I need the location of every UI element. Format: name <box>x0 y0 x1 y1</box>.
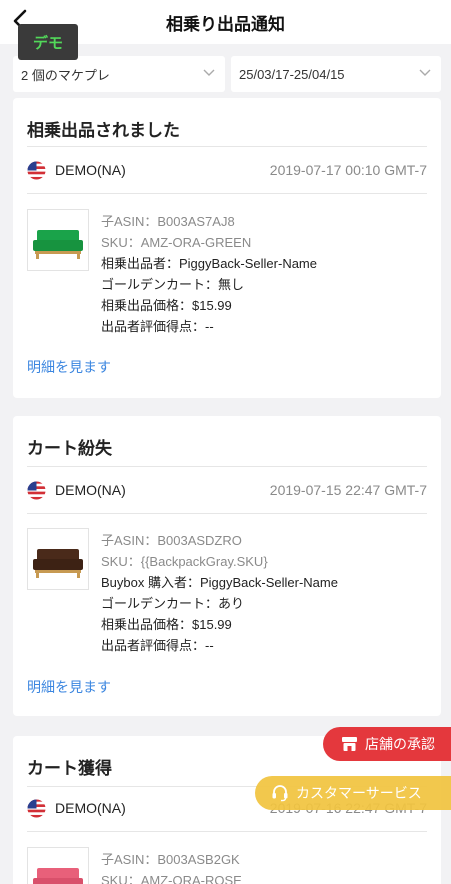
divider <box>27 831 427 832</box>
timestamp: 2019-07-15 22:47 GMT-7 <box>269 482 427 498</box>
us-flag-icon <box>27 161 46 180</box>
product-thumbnail <box>27 528 89 590</box>
date-range-label: 25/03/17-25/04/15 <box>239 66 345 82</box>
filter-bar: 2 個のマケプレ 25/03/17-25/04/15 <box>0 56 451 94</box>
chevron-down-icon <box>203 69 215 76</box>
customer-service-label: カスタマーサービス <box>296 785 422 801</box>
marketplace-name: DEMO(NA) <box>55 800 126 816</box>
product-details: 子ASIN：B003ASB2GK SKU：AMZ-ORA-ROSE <box>101 849 242 884</box>
product-details: 子ASIN：B003ASDZRO SKU：{{BackpackGray.SKU}… <box>101 530 338 656</box>
product-thumbnail <box>27 847 89 884</box>
store-icon <box>342 737 357 751</box>
marketplace-filter-dropdown[interactable]: 2 個のマケプレ <box>13 56 225 92</box>
seller-rating: 出品者評価得点：-- <box>101 638 214 653</box>
divider <box>27 193 427 194</box>
golden-cart-status: ゴールデンカート：無し <box>101 277 245 292</box>
seller-name: 相乗出品者：PiggyBack-Seller-Name <box>101 256 317 271</box>
sofa-image <box>33 230 83 259</box>
sku: SKU：{{BackpackGray.SKU} <box>101 554 268 569</box>
golden-cart-status: ゴールデンカート：あり <box>101 596 245 611</box>
divider <box>27 513 427 514</box>
sofa-image <box>33 868 83 884</box>
card-title: カート獲得 <box>27 759 112 778</box>
buybox-buyer: Buybox 購入者：PiggyBack-Seller-Name <box>101 575 338 590</box>
demo-badge: デモ <box>18 24 78 60</box>
seller-rating: 出品者評価得点：-- <box>101 319 214 334</box>
headset-icon <box>272 785 288 802</box>
child-asin: 子ASIN：B003AS7AJ8 <box>101 214 235 229</box>
sku: SKU：AMZ-ORA-ROSE <box>101 873 242 884</box>
marketplace-row: DEMO(NA) 2019-07-15 22:47 GMT-7 <box>27 479 427 503</box>
product-details: 子ASIN：B003AS7AJ8 SKU：AMZ-ORA-GREEN 相乗出品者… <box>101 211 317 337</box>
child-asin: 子ASIN：B003ASB2GK <box>101 852 240 867</box>
view-details-link[interactable]: 明細を見ます <box>27 357 111 377</box>
us-flag-icon <box>27 799 46 818</box>
marketplace-name: DEMO(NA) <box>55 162 126 178</box>
marketplace-row: DEMO(NA) 2019-07-17 00:10 GMT-7 <box>27 159 427 183</box>
card-title: 相乗出品されました <box>27 121 180 140</box>
listing-price: 相乗出品価格：$15.99 <box>101 298 232 313</box>
sofa-image <box>33 549 83 578</box>
store-approval-label: 店舗の承認 <box>365 736 435 752</box>
marketplace-name: DEMO(NA) <box>55 482 126 498</box>
us-flag-icon <box>27 481 46 500</box>
notification-card: 相乗出品されました DEMO(NA) 2019-07-17 00:10 GMT-… <box>13 98 441 398</box>
view-details-link[interactable]: 明細を見ます <box>27 677 111 697</box>
customer-service-button[interactable]: カスタマーサービス <box>255 776 451 810</box>
card-title: カート紛失 <box>27 439 112 458</box>
date-range-filter-dropdown[interactable]: 25/03/17-25/04/15 <box>231 56 441 92</box>
product-thumbnail <box>27 209 89 271</box>
divider <box>27 146 427 147</box>
notification-card: カート紛失 DEMO(NA) 2019-07-15 22:47 GMT-7 子A… <box>13 416 441 716</box>
chevron-down-icon <box>419 69 431 76</box>
divider <box>27 466 427 467</box>
store-approval-button[interactable]: 店舗の承認 <box>323 727 451 761</box>
child-asin: 子ASIN：B003ASDZRO <box>101 533 242 548</box>
marketplace-filter-label: 2 個のマケプレ <box>21 67 110 83</box>
timestamp: 2019-07-17 00:10 GMT-7 <box>269 162 427 178</box>
listing-price: 相乗出品価格：$15.99 <box>101 617 232 632</box>
sku: SKU：AMZ-ORA-GREEN <box>101 235 252 250</box>
